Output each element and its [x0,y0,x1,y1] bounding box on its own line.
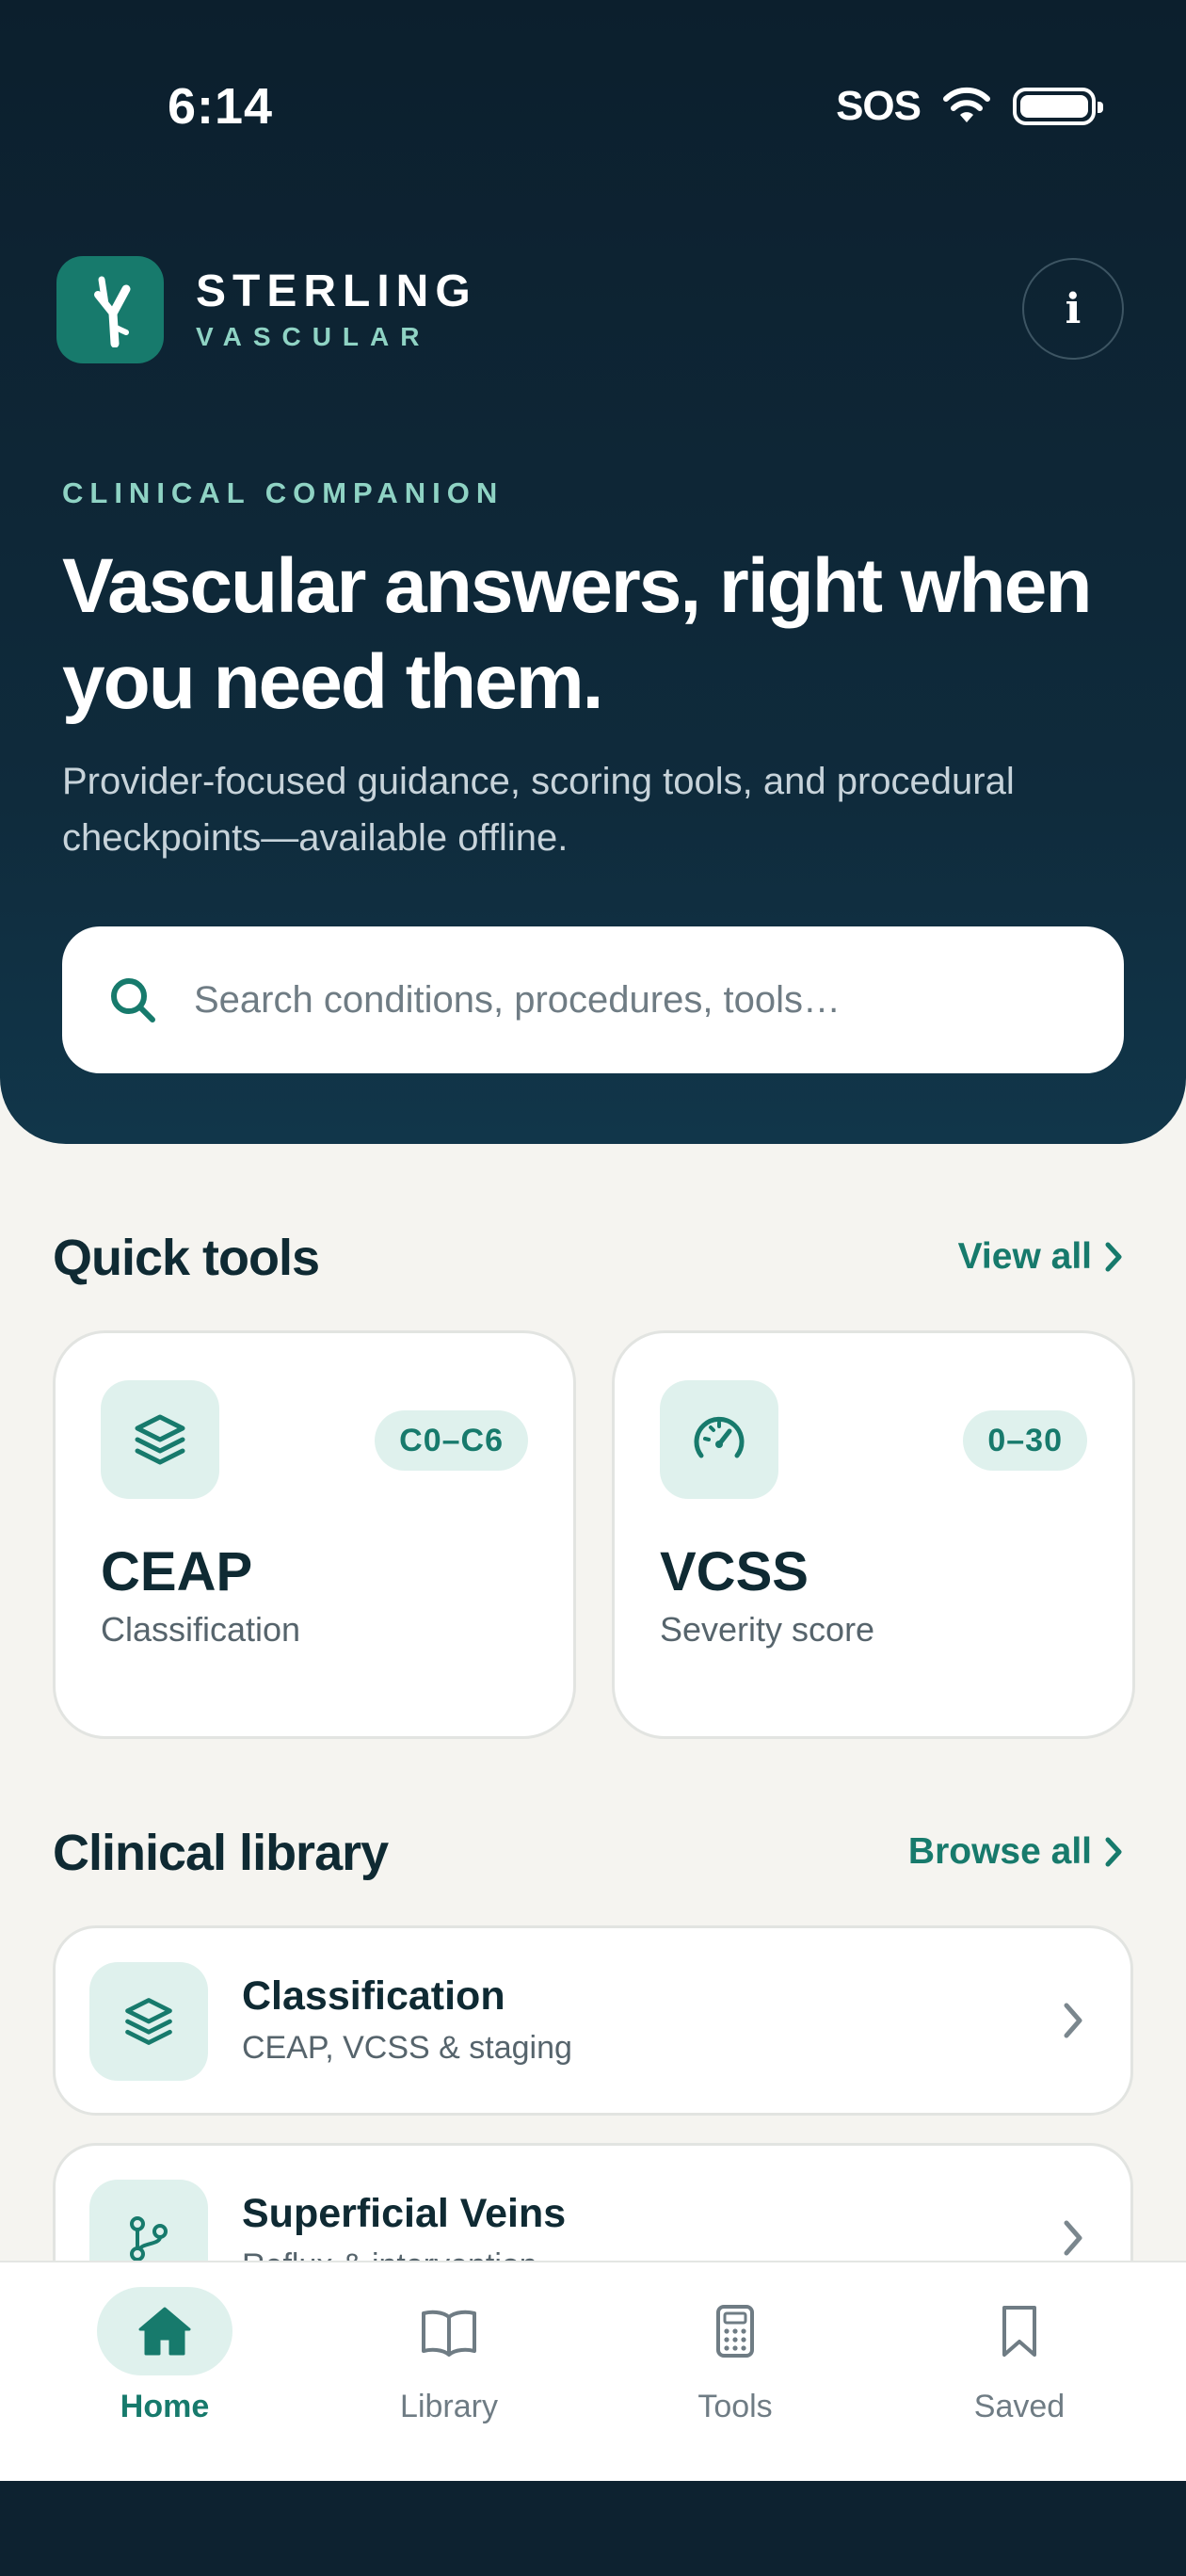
clinical-library-title: Clinical library [53,1825,389,1881]
quick-tools-title: Quick tools [53,1230,320,1286]
brand-name: STERLING [196,266,477,316]
book-icon [422,2310,476,2357]
chevron-right-icon [1105,1837,1122,1867]
hero-header: 6:14 SOS STERLING VASCULAR i CLINICAL CO… [0,0,1186,1144]
tab-tools[interactable]: Tools [641,2287,829,2456]
tool-name: CEAP [101,1541,253,1602]
library-item-subtitle: CEAP, VCSS & staging [242,2030,572,2066]
chevron-right-icon [1064,2220,1082,2256]
tool-card-ceap[interactable]: C0–C6 CEAP Classification [53,1330,576,1739]
gauge-icon [660,1380,778,1499]
tab-tools-pill [667,2287,803,2375]
hero-headline: Vascular answers, right when you need th… [62,543,1092,725]
tool-description: Classification [101,1610,301,1649]
library-item-classification[interactable]: Classification CEAP, VCSS & staging [53,1925,1133,2116]
tab-label: Tools [697,2389,773,2424]
library-item-title: Superficial Veins [242,2191,567,2236]
bookmark-icon [1002,2306,1036,2357]
tab-label: Home [120,2389,210,2424]
hero-subhead: Provider-focused guidance, scoring tools… [62,761,1015,859]
tool-name: VCSS [660,1541,809,1602]
status-icons: SOS [836,83,1103,130]
calculator-icon [716,2305,754,2358]
tab-label: Saved [973,2389,1066,2424]
search-bar[interactable] [62,926,1124,1073]
tool-description: Severity score [660,1610,875,1649]
layers-icon [101,1380,219,1499]
search-icon [111,978,155,1022]
layers-icon [89,1962,208,2081]
tab-label: Library [400,2389,498,2424]
tab-saved[interactable]: Saved [925,2287,1114,2456]
tab-home-pill [97,2287,232,2375]
vein-tree-icon [94,276,131,347]
tool-badge: C0–C6 [375,1410,528,1471]
home-icon [138,2307,191,2356]
battery-icon [1013,88,1103,125]
bottom-tab-bar: Home Library Tools Saved [0,2261,1186,2483]
chevron-right-icon [1064,2003,1082,2038]
view-all-link[interactable]: View all [958,1236,1124,1278]
hero-eyebrow: CLINICAL COMPANION [62,476,505,509]
status-time: 6:14 [168,78,274,135]
brand-logo [56,256,164,363]
browse-all-link[interactable]: Browse all [908,1831,1124,1873]
browse-all-label: Browse all [907,1831,1092,1872]
tab-saved-pill [952,2287,1087,2375]
brand-subtitle: VASCULAR [196,322,431,351]
home-indicator-area [0,2481,1186,2576]
wifi-icon [941,85,992,129]
tab-library-pill [381,2287,517,2375]
sos-indicator: SOS [836,83,922,129]
view-all-label: View all [957,1236,1092,1277]
tab-home[interactable]: Home [71,2287,259,2456]
info-button[interactable]: i [1022,258,1124,360]
tool-badge: 0–30 [963,1410,1087,1471]
library-item-title: Classification [242,1973,505,2019]
app-screen: 6:14 SOS STERLING VASCULAR i CLINICAL CO… [0,0,1186,2576]
tool-card-vcss[interactable]: 0–30 VCSS Severity score [612,1330,1135,1739]
search-input[interactable] [192,977,1043,1022]
tab-library[interactable]: Library [355,2287,543,2456]
chevron-right-icon [1105,1242,1122,1272]
